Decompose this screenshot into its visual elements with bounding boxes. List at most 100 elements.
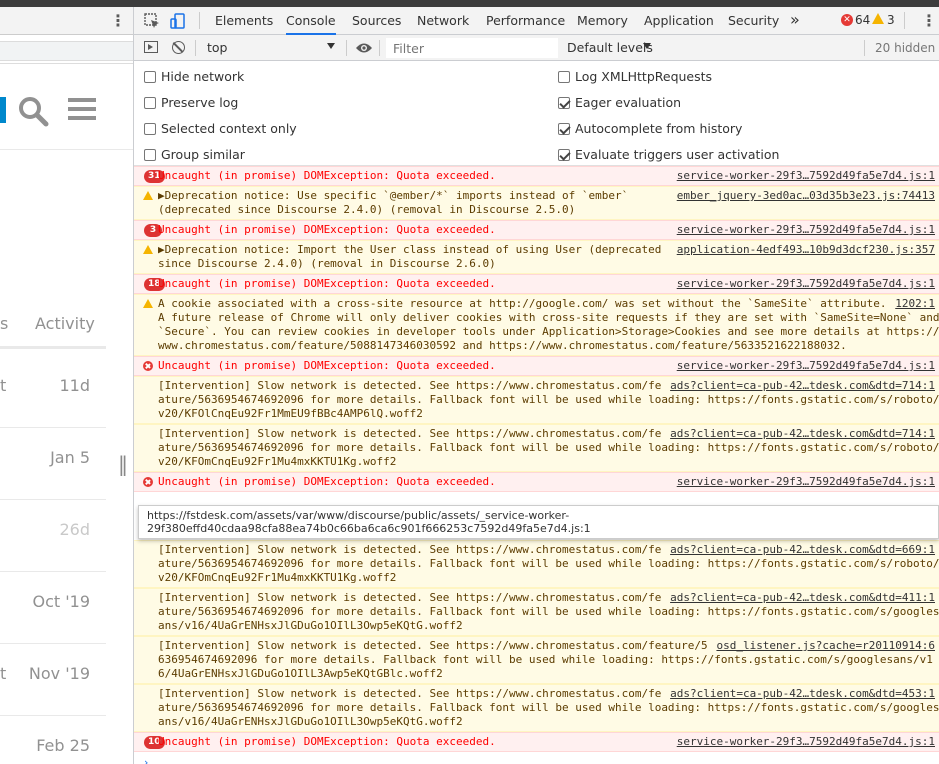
message-source-link[interactable]: service-worker-29f3…7592d49fa5e7d4.js:1 [672,223,935,237]
console-prompt[interactable]: › [144,756,148,764]
message-text: ▶Deprecation notice: Use specific `@embe… [158,189,628,217]
console-warning-message[interactable]: [Intervention] Slow network is detected.… [134,424,939,472]
tab-sources[interactable]: Sources [352,13,401,35]
setting-checkbox[interactable] [558,71,570,83]
warning-count-icon[interactable] [872,13,884,24]
message-source-link[interactable]: ads?client=ca-pub-42…tdesk.com&dtd=714:1 [666,427,935,441]
setting-checkbox[interactable] [144,71,156,83]
message-text: A cookie associated with a cross-site re… [158,297,939,353]
message-source-link[interactable]: 1202:1 [891,297,935,311]
message-source-link[interactable]: service-worker-29f3…7592d49fa5e7d4.js:1 [672,169,935,183]
setting-checkbox[interactable] [144,123,156,135]
tab-elements[interactable]: Elements [215,13,273,35]
live-expression-eye-icon[interactable] [355,40,373,59]
message-source-link[interactable]: osd_listener.js?cache=r20110914:6 [712,639,935,653]
topic-activity[interactable]: Feb 25 [36,736,90,755]
warning-icon [143,245,153,254]
more-tabs-chevron-icon[interactable]: » [790,10,800,29]
message-source-link[interactable]: service-worker-29f3…7592d49fa5e7d4.js:1 [672,735,935,749]
topic-row[interactable]: 26d [0,500,106,572]
console-warning-message[interactable]: [Intervention] Slow network is detected.… [134,540,939,588]
console-warning-message[interactable]: A cookie associated with a cross-site re… [134,294,939,356]
setting-checkbox[interactable] [558,97,570,109]
topic-row[interactable]: Feb 25 [0,716,106,764]
topic-activity[interactable]: Jan 5 [50,448,90,467]
column-header-activity[interactable]: Activity [35,314,95,333]
web-page-pane: ⋮ s Activity t 11d Jan 5 26d Oct '19 t Nov '19… [0,7,134,764]
message-line: 636954674692096 for more details. Fallba… [158,653,933,666]
message-source-link[interactable]: ads?client=ca-pub-42…tdesk.com&dtd=669:1 [666,543,935,557]
error-count[interactable]: 64 [855,13,870,27]
console-error-message[interactable]: 10 Uncaught (in promise) DOMException: Qu… [134,732,939,752]
console-error-message[interactable]: 31 Uncaught (in promise) DOMException: Qu… [134,166,939,186]
message-text: Uncaught (in promise) DOMException: Quot… [158,169,496,183]
tab-network[interactable]: Network [417,13,469,35]
topic-row[interactable]: t Nov '19 [0,644,106,716]
message-source-link[interactable]: ads?client=ca-pub-42…tdesk.com&dtd=453:1 [666,687,935,701]
message-line: A future release of Chrome will only del… [158,311,939,324]
message-source-link[interactable]: ads?client=ca-pub-42…tdesk.com&dtd=714:1 [666,379,935,393]
console-error-message[interactable]: Uncaught (in promise) DOMException: Quot… [134,472,939,492]
inspect-element-icon[interactable] [144,13,160,33]
devtools-menu-icon[interactable]: ⋮ [921,11,937,30]
message-source-link[interactable]: service-worker-29f3…7592d49fa5e7d4.js:1 [672,277,935,291]
kebab-menu-icon[interactable]: ⋮ [110,11,126,30]
clear-console-icon[interactable] [172,41,185,54]
message-source-link[interactable]: service-worker-29f3…7592d49fa5e7d4.js:1 [672,475,935,489]
setting-label: Preserve log [161,95,239,110]
console-warning-message[interactable]: [Intervention] Slow network is detected.… [134,636,939,684]
tab-performance[interactable]: Performance [486,13,565,35]
browser-toolbar [0,35,133,64]
topic-row-partial-text: t [0,376,7,395]
console-error-message[interactable]: 18 Uncaught (in promise) DOMException: Qu… [134,274,939,294]
device-toolbar-icon[interactable] [170,13,186,33]
console-warning-message[interactable]: [Intervention] Slow network is detected.… [134,684,939,732]
message-source-link[interactable]: ember_jquery-3ed0ac…03d35b3e23.js:74413 [672,189,935,203]
message-source-link[interactable]: ads?client=ca-pub-42…tdesk.com&dtd=411:1 [666,591,935,605]
hamburger-menu-icon[interactable] [68,97,96,125]
log-levels-selector[interactable]: Default levels [567,40,653,55]
console-warning-message[interactable]: ▶Deprecation notice: Import the User cla… [134,240,939,274]
message-source-link[interactable]: application-4edf493…10b9d3dcf230.js:357 [672,243,935,257]
console-error-message[interactable]: Uncaught (in promise) DOMException: Quot… [134,356,939,376]
tab-application[interactable]: Application [644,13,714,35]
context-selector[interactable]: top [207,40,227,55]
tab-security[interactable]: Security [728,13,779,35]
console-error-message[interactable]: 3 Uncaught (in promise) DOMException: Quo… [134,220,939,240]
error-icon [143,477,153,487]
message-line: v20/KFOmCnqEu92Fr1Mu4mxKKTU1Kg.woff2 [158,455,397,468]
topic-activity[interactable]: 11d [59,376,90,395]
warning-count[interactable]: 3 [887,13,895,27]
console-warning-message[interactable]: ▶Deprecation notice: Use specific `@embe… [134,186,939,220]
setting-label: Evaluate triggers user activation [575,147,780,162]
console-filter-input[interactable] [386,38,558,58]
context-dropdown-arrow-icon[interactable] [327,43,335,49]
topic-row[interactable]: Oct '19 [0,572,106,644]
tab-console[interactable]: Console [286,13,336,35]
console-warning-message[interactable]: [Intervention] Slow network is detected.… [134,376,939,424]
levels-dropdown-arrow-icon[interactable] [643,43,651,49]
message-source-link[interactable]: service-worker-29f3…7592d49fa5e7d4.js:1 [672,359,935,373]
topic-row-partial-text: t [0,664,7,683]
topic-row[interactable]: Jan 5 [0,428,106,500]
search-icon[interactable] [17,95,49,131]
topic-row[interactable]: t 11d [0,356,106,428]
setting-checkbox[interactable] [144,149,156,161]
tab-memory[interactable]: Memory [577,13,628,35]
setting-checkbox[interactable] [558,149,570,161]
topic-activity[interactable]: Nov '19 [29,664,90,683]
message-text: Uncaught (in promise) DOMException: Quot… [158,359,496,373]
console-warning-message[interactable]: [Intervention] Slow network is detected.… [134,588,939,636]
column-header-partial[interactable]: s [0,314,8,333]
message-line: v20/KFOlCnqEu92Fr1MmEU9fBBc4AMP6lQ.woff2 [158,407,423,420]
setting-checkbox[interactable] [144,97,156,109]
message-line: 6/4UaGrENHsxJlGDuGo1OIlL3Awp5eKQtGBlc.wo… [158,667,443,680]
message-line: v20/KFOmCnqEu92Fr1Mu4mxKKTU1Kg.woff2 [158,571,397,584]
console-sidebar-toggle-icon[interactable] [144,41,158,53]
address-bar[interactable] [0,41,133,61]
topic-activity[interactable]: 26d [59,520,90,539]
topic-activity[interactable]: Oct '19 [32,592,90,611]
setting-checkbox[interactable] [558,123,570,135]
error-count-icon[interactable]: ✕ [841,14,853,26]
pane-resize-handle[interactable]: ‖ [118,452,128,482]
